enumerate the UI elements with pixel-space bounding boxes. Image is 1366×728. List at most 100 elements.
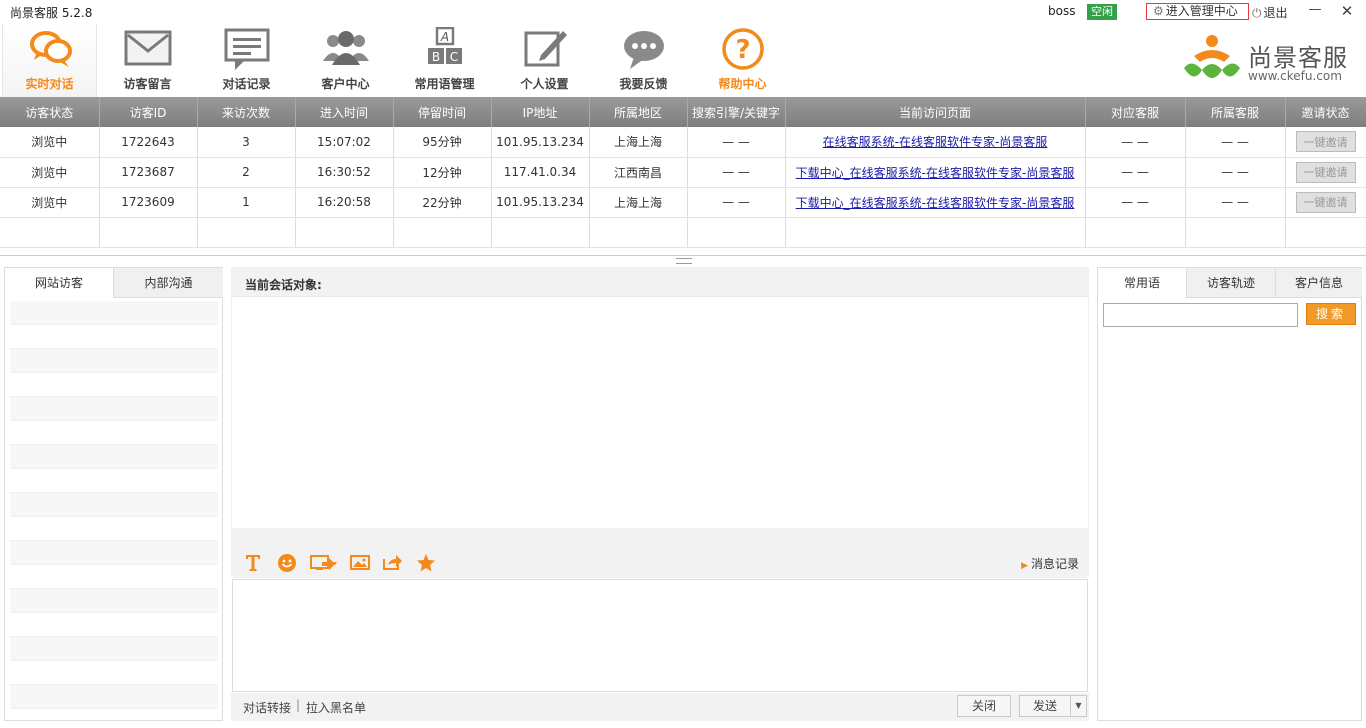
close-chat-button[interactable]: 关闭	[957, 695, 1011, 717]
gear-icon: ⚙	[1153, 4, 1164, 18]
info-panel: 常用语 访客轨迹 客户信息 搜索	[1097, 267, 1362, 721]
invite-button[interactable]: 一键邀请	[1295, 191, 1356, 213]
column-header[interactable]: 搜索引擎/关键字	[687, 97, 786, 127]
invite-button[interactable]: 一键邀请	[1295, 131, 1356, 153]
logout-label: 退出	[1263, 6, 1288, 20]
toolbar-item-realtime-chat[interactable]: 实时对话	[2, 24, 97, 97]
emoji-icon[interactable]	[276, 550, 298, 574]
chat-input[interactable]	[232, 579, 1088, 692]
list-item[interactable]	[10, 493, 218, 517]
message-history-link[interactable]: ▶ 消息记录	[1021, 555, 1079, 572]
list-item[interactable]	[10, 637, 218, 661]
list-item[interactable]	[10, 565, 218, 589]
list-item[interactable]	[10, 325, 218, 349]
screenshot-icon[interactable]	[309, 550, 339, 574]
current-page-link[interactable]: 下载中心_在线客服系统-在线客服软件专家-尚景客服	[796, 196, 1075, 210]
list-item[interactable]	[10, 469, 218, 493]
list-item[interactable]	[10, 421, 218, 445]
toolbar-item-phrase-manage[interactable]: A B C 常用语管理	[397, 24, 492, 97]
visit-count: 3	[197, 127, 296, 158]
region: 上海上海	[589, 187, 688, 218]
visit-count: 1	[197, 187, 296, 218]
visitor-status: 浏览中	[0, 157, 100, 188]
current-page-link[interactable]: 在线客服系统-在线客服软件专家-尚景客服	[823, 135, 1048, 149]
phrase-search-input[interactable]	[1103, 303, 1298, 327]
visitor-status: 浏览中	[0, 127, 100, 158]
visitor-list	[10, 301, 218, 709]
table-row[interactable]: 浏览中 1723687 2 16:30:52 12分钟 117.41.0.34 …	[0, 157, 1366, 188]
list-item[interactable]	[10, 373, 218, 397]
list-item[interactable]	[10, 349, 218, 373]
list-item[interactable]	[10, 397, 218, 421]
current-page-link[interactable]: 下载中心_在线客服系统-在线客服软件专家-尚景客服	[796, 166, 1075, 180]
toolbar-item-customer-center[interactable]: 客户中心	[298, 24, 393, 97]
list-item[interactable]	[10, 685, 218, 709]
region: 江西南昌	[589, 157, 688, 188]
image-icon[interactable]	[349, 550, 371, 574]
chat-panel: 当前会话对象: ▶ 消息记录 对话转接 | 拉入黑名单 关闭 发送 ▼	[231, 267, 1089, 721]
current-page: 在线客服系统-在线客服软件专家-尚景客服	[785, 127, 1086, 158]
panel-splitter[interactable]	[676, 258, 692, 264]
column-header[interactable]: 当前访问页面	[785, 97, 1086, 127]
chevron-down-icon[interactable]: ▼	[1070, 696, 1086, 716]
column-header[interactable]: 对应客服	[1085, 97, 1186, 127]
ip-address: 101.95.13.234	[491, 127, 590, 158]
invite-button[interactable]: 一键邀请	[1295, 161, 1356, 183]
list-item[interactable]	[10, 541, 218, 565]
table-row[interactable]: 浏览中 1723609 1 16:20:58 22分钟 101.95.13.23…	[0, 187, 1366, 218]
message-history-label: 消息记录	[1030, 557, 1079, 571]
close-icon[interactable]: ✕	[1338, 2, 1356, 20]
title-bar: 尚景客服 5.2.8 boss 空闲 ⚙ 进入管理中心 ⏻ 退出 — ✕	[0, 0, 1366, 24]
column-header[interactable]: 邀请状态	[1285, 97, 1366, 127]
column-header[interactable]: 来访次数	[197, 97, 296, 127]
send-button[interactable]: 发送 ▼	[1019, 695, 1087, 717]
column-header[interactable]: 访客ID	[99, 97, 198, 127]
app-window: 尚景客服 5.2.8 boss 空闲 ⚙ 进入管理中心 ⏻ 退出 — ✕ 实时对话 …	[0, 0, 1366, 728]
column-header[interactable]: 所属客服	[1185, 97, 1286, 127]
list-item[interactable]	[10, 517, 218, 541]
column-header[interactable]: 所属地区	[589, 97, 688, 127]
logout-link[interactable]: ⏻ 退出	[1252, 4, 1288, 21]
speech-dots-icon	[624, 31, 664, 69]
toolbar-item-help-center[interactable]: ? 帮助中心	[695, 24, 790, 97]
list-item[interactable]	[10, 589, 218, 613]
visit-count: 2	[197, 157, 296, 188]
tab-common-phrases[interactable]: 常用语	[1098, 268, 1187, 298]
current-page: 下载中心_在线客服系统-在线客服软件专家-尚景客服	[785, 187, 1086, 218]
tab-visitor-track[interactable]: 访客轨迹	[1187, 268, 1276, 298]
column-header[interactable]: IP地址	[491, 97, 590, 127]
chat-target-label: 当前会话对象:	[231, 267, 1089, 297]
admin-center-link[interactable]: ⚙ 进入管理中心	[1146, 3, 1249, 20]
column-header[interactable]: 停留时间	[393, 97, 492, 127]
send-file-icon[interactable]	[381, 550, 403, 574]
toolbar-item-messages[interactable]: 访客留言	[100, 24, 195, 97]
column-header[interactable]: 进入时间	[295, 97, 394, 127]
blacklist-link[interactable]: 拉入黑名单	[306, 699, 366, 716]
transfer-chat-link[interactable]: 对话转接	[243, 699, 291, 716]
tab-internal-chat[interactable]: 内部沟通	[114, 268, 223, 298]
visitor-table-panel: 访客状态 访客ID 来访次数 进入时间 停留时间 IP地址 所属地区 搜索引擎/…	[0, 97, 1366, 256]
status-badge[interactable]: 空闲	[1087, 4, 1117, 20]
search-button[interactable]: 搜索	[1306, 303, 1356, 325]
ip-address: 117.41.0.34	[491, 157, 590, 188]
enter-time: 15:07:02	[295, 127, 394, 158]
toolbar-item-feedback[interactable]: 我要反馈	[596, 24, 691, 97]
toolbar-item-chat-records[interactable]: 对话记录	[199, 24, 294, 97]
list-item[interactable]	[10, 301, 218, 325]
tab-website-visitors[interactable]: 网站访客	[5, 268, 114, 298]
font-icon[interactable]	[243, 550, 263, 574]
list-item[interactable]	[10, 445, 218, 469]
list-item[interactable]	[10, 613, 218, 637]
minimize-icon[interactable]: —	[1308, 2, 1322, 20]
search-keyword: — —	[687, 187, 786, 218]
list-item[interactable]	[10, 661, 218, 685]
brand-name: 尚景客服	[1248, 44, 1348, 72]
current-page: 下载中心_在线客服系统-在线客服软件专家-尚景客服	[785, 157, 1086, 188]
chat-history[interactable]	[231, 297, 1089, 528]
table-row[interactable]: 浏览中 1722643 3 15:07:02 95分钟 101.95.13.23…	[0, 127, 1366, 158]
visitor-status: 浏览中	[0, 187, 100, 218]
tab-customer-info[interactable]: 客户信息	[1276, 268, 1362, 298]
toolbar-item-personal-settings[interactable]: 个人设置	[497, 24, 592, 97]
star-icon[interactable]	[415, 550, 437, 574]
column-header[interactable]: 访客状态	[0, 97, 100, 127]
